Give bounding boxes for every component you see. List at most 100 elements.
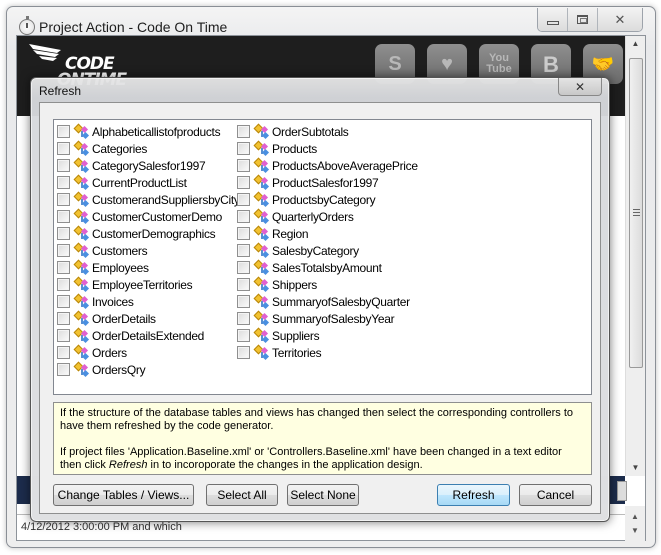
controller-item[interactable]: Alphabeticallistofproducts (57, 123, 240, 140)
status-scrollbar[interactable]: ▲ ▼ (625, 506, 645, 542)
refresh-button[interactable]: Refresh (437, 484, 510, 506)
controller-name: Territories (272, 345, 322, 360)
checkbox[interactable] (237, 329, 250, 342)
checkbox[interactable] (57, 193, 70, 206)
controller-item[interactable]: SummaryofSalesbyQuarter (237, 293, 418, 310)
checkbox[interactable] (57, 261, 70, 274)
change-tables-button[interactable]: Change Tables / Views... (53, 484, 194, 506)
checkbox[interactable] (237, 261, 250, 274)
select-none-button[interactable]: Select None (287, 484, 359, 506)
controller-item[interactable]: Categories (57, 140, 240, 157)
checkbox[interactable] (237, 210, 250, 223)
checkbox[interactable] (237, 295, 250, 308)
controller-checklist[interactable]: Alphabeticallistofproducts Categories Cate… (53, 119, 592, 395)
controller-icon (253, 140, 270, 156)
controller-icon (73, 208, 90, 224)
controller-item[interactable]: OrderDetails (57, 310, 240, 327)
checkbox[interactable] (57, 125, 70, 138)
controller-item[interactable]: CurrentProductList (57, 174, 240, 191)
controller-item[interactable]: CustomerCustomerDemo (57, 208, 240, 225)
checkbox[interactable] (237, 227, 250, 240)
window-title: Project Action - Code On Time (39, 19, 228, 35)
checkbox[interactable] (237, 278, 250, 291)
checkbox[interactable] (57, 329, 70, 342)
controller-item[interactable]: Shippers (237, 276, 418, 293)
vertical-scrollbar[interactable]: ▲ ▼ (625, 36, 645, 476)
controller-column-2: OrderSubtotals Products ProductsAboveAvera… (237, 123, 418, 361)
controller-item[interactable]: SummaryofSalesbyYear (237, 310, 418, 327)
wing-icon (29, 44, 61, 61)
controller-item[interactable]: OrdersQry (57, 361, 240, 378)
maximize-icon (577, 15, 588, 24)
checkbox[interactable] (57, 278, 70, 291)
controller-item[interactable]: ProductsbyCategory (237, 191, 418, 208)
controller-item[interactable]: EmployeeTerritories (57, 276, 240, 293)
controller-item[interactable]: Orders (57, 344, 240, 361)
controller-icon (73, 276, 90, 292)
controller-item[interactable]: Customers (57, 242, 240, 259)
checkbox[interactable] (237, 159, 250, 172)
dialog-body: Alphabeticallistofproducts Categories Cate… (39, 102, 601, 514)
controller-item[interactable]: QuarterlyOrders (237, 208, 418, 225)
controller-item[interactable]: SalesTotalsbyAmount (237, 259, 418, 276)
controller-name: Alphabeticallistofproducts (92, 124, 221, 139)
controller-item[interactable]: Employees (57, 259, 240, 276)
controller-item[interactable]: Region (237, 225, 418, 242)
controller-item[interactable]: ProductsAboveAveragePrice (237, 157, 418, 174)
controller-icon (73, 344, 90, 360)
controller-item[interactable]: OrderSubtotals (237, 123, 418, 140)
checkbox[interactable] (57, 295, 70, 308)
checkbox[interactable] (57, 176, 70, 189)
cancel-button[interactable]: Cancel (519, 484, 592, 506)
checkbox[interactable] (237, 244, 250, 257)
panel-button[interactable] (617, 481, 627, 501)
checkbox[interactable] (57, 142, 70, 155)
dialog-close-button[interactable]: ✕ (558, 78, 602, 96)
close-icon: ✕ (574, 79, 586, 94)
scroll-up-icon[interactable]: ▲ (626, 36, 645, 52)
close-button[interactable]: ✕ (598, 8, 642, 31)
controller-icon (73, 361, 90, 377)
checkbox[interactable] (237, 125, 250, 138)
dialog-title: Refresh (39, 84, 82, 98)
checkbox[interactable] (237, 193, 250, 206)
controller-name: EmployeeTerritories (92, 277, 193, 292)
controller-icon (73, 327, 90, 343)
checkbox[interactable] (57, 312, 70, 325)
controller-name: Shippers (272, 277, 317, 292)
checkbox[interactable] (237, 312, 250, 325)
social-label: 🤝 (591, 53, 615, 74)
minimize-icon (546, 20, 559, 25)
controller-item[interactable]: CategorySalesfor1997 (57, 157, 240, 174)
scroll-down-icon[interactable]: ▼ (626, 460, 645, 476)
controller-name: ProductSalesfor1997 (272, 175, 379, 190)
controller-item[interactable]: CustomerDemographics (57, 225, 240, 242)
checkbox[interactable] (57, 346, 70, 359)
checkbox[interactable] (237, 142, 250, 155)
social-label: B (543, 51, 559, 77)
refresh-dialog: Refresh ✕ Alphabeticallistofproducts Cate… (30, 77, 610, 522)
checkbox[interactable] (57, 210, 70, 223)
controller-item[interactable]: Suppliers (237, 327, 418, 344)
controller-item[interactable]: ProductSalesfor1997 (237, 174, 418, 191)
checkbox[interactable] (57, 159, 70, 172)
checkbox[interactable] (57, 244, 70, 257)
select-all-button[interactable]: Select All (206, 484, 278, 506)
checkbox[interactable] (237, 346, 250, 359)
controller-name: Suppliers (272, 328, 320, 343)
checkbox[interactable] (57, 227, 70, 240)
controller-item[interactable]: SalesbyCategory (237, 242, 418, 259)
minimize-button[interactable] (538, 8, 568, 31)
controller-item[interactable]: Invoices (57, 293, 240, 310)
maximize-button[interactable] (568, 8, 598, 31)
close-icon: ✕ (614, 11, 626, 27)
scrollbar-thumb[interactable] (629, 58, 643, 368)
controller-item[interactable]: CustomerandSuppliersbyCity (57, 191, 240, 208)
checkbox[interactable] (57, 363, 70, 376)
controller-column-1: Alphabeticallistofproducts Categories Cate… (57, 123, 240, 378)
controller-item[interactable]: Territories (237, 344, 418, 361)
checkbox[interactable] (237, 176, 250, 189)
controller-item[interactable]: OrderDetailsExtended (57, 327, 240, 344)
stopwatch-icon (19, 16, 35, 35)
controller-item[interactable]: Products (237, 140, 418, 157)
